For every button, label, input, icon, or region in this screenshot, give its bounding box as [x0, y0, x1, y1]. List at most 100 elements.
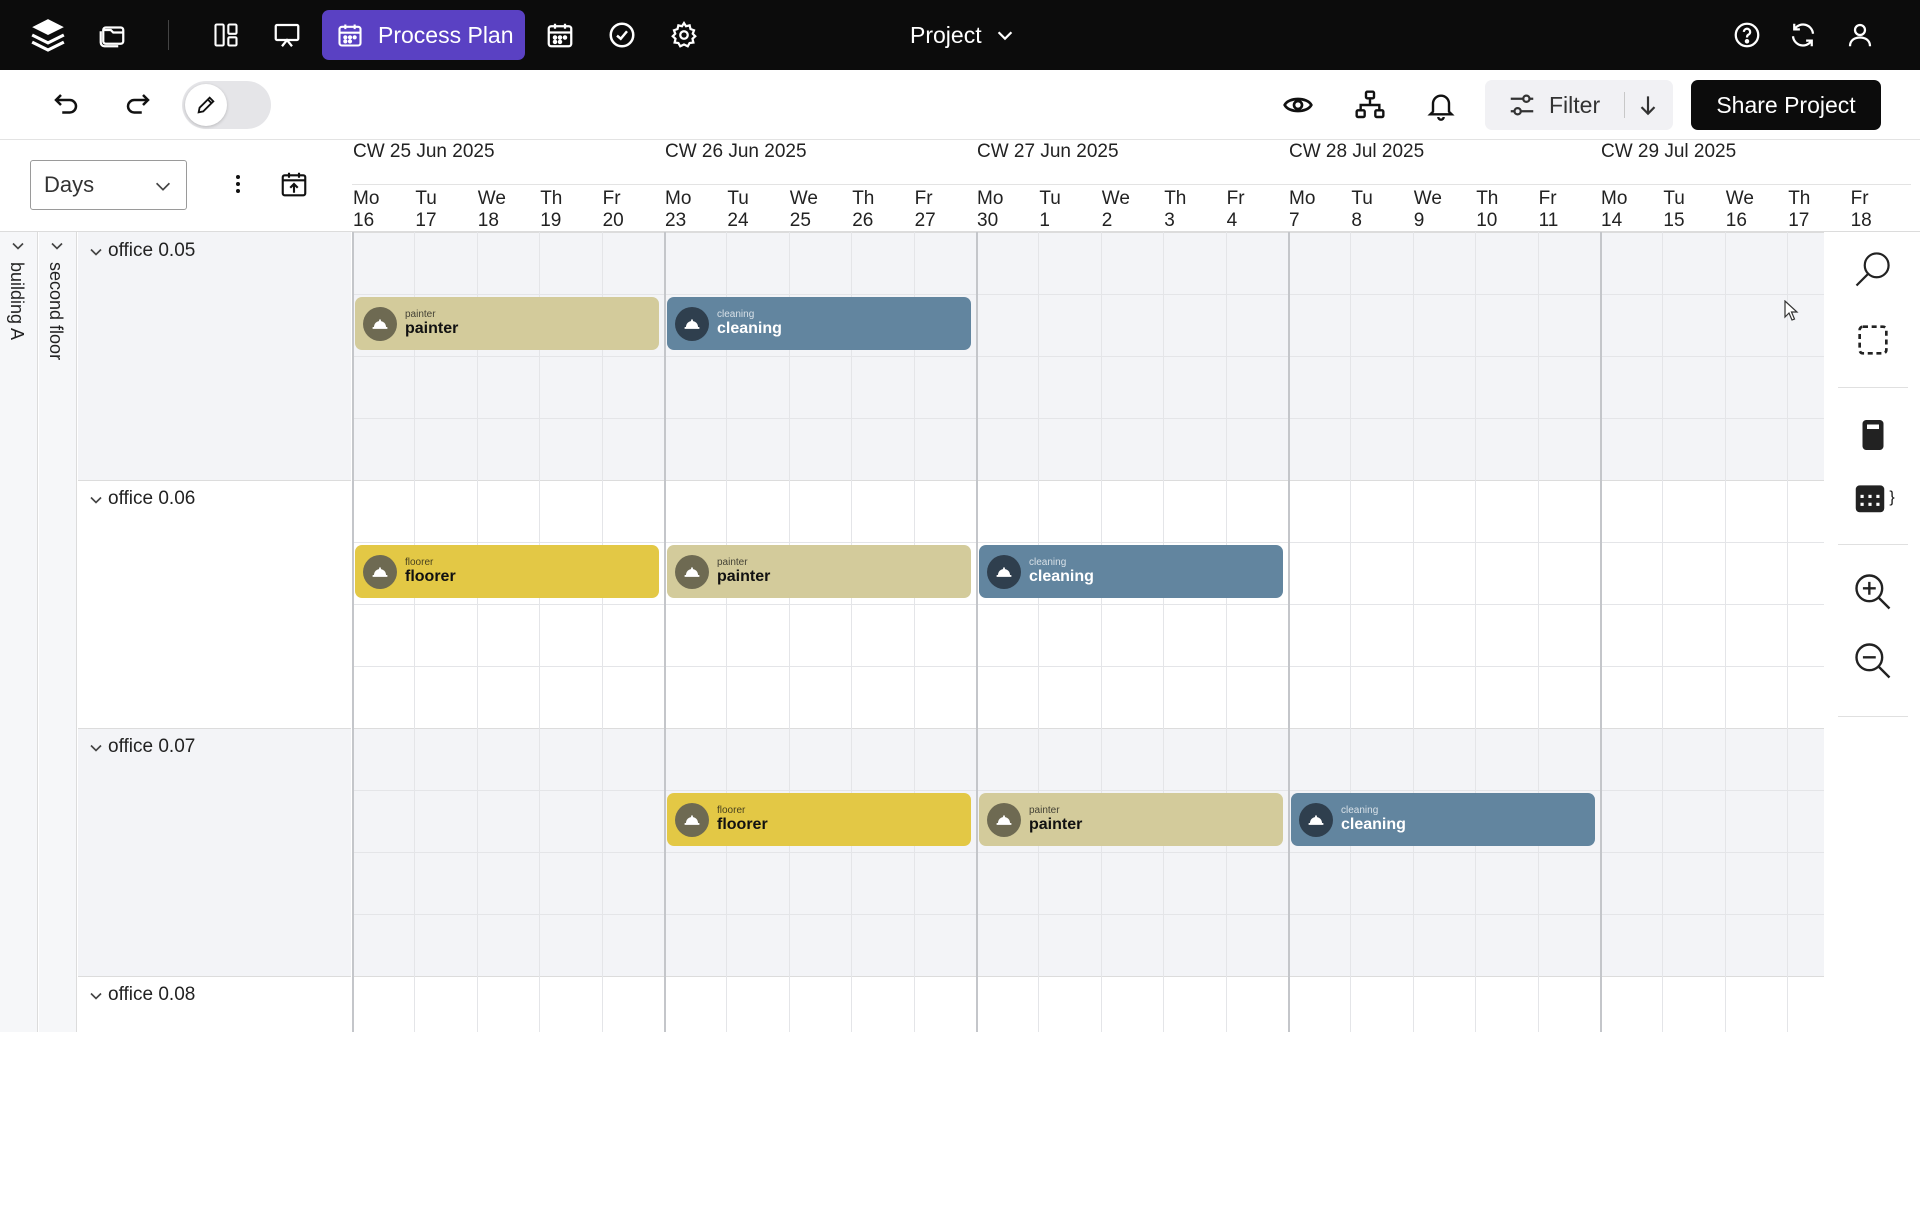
hierarchy-icon[interactable] [1350, 85, 1390, 125]
grid-line [914, 232, 915, 1032]
day-label: Tu 17 [415, 188, 436, 232]
grid-line [664, 232, 666, 1032]
divider [352, 184, 1911, 185]
redo-icon[interactable] [118, 85, 158, 125]
day-number: 9 [1413, 210, 1425, 231]
top-navigation-bar: Process Plan Project [0, 0, 1920, 70]
weekday: Th [1164, 188, 1187, 209]
side-tool-panel: } [1826, 232, 1920, 722]
zoom-in-icon[interactable] [1848, 567, 1898, 617]
day-number: 8 [1351, 210, 1362, 231]
task-bar[interactable]: painter painter [979, 793, 1283, 846]
weekday: We [1725, 188, 1754, 209]
grid-line [352, 542, 1824, 543]
undo-icon[interactable] [46, 85, 86, 125]
day-number: 25 [789, 210, 811, 231]
layers-icon[interactable] [28, 15, 68, 55]
task-text: cleaning cleaning [1341, 805, 1406, 834]
grid-line [539, 232, 540, 1032]
folder-icon[interactable] [92, 15, 132, 55]
week-label: CW 27 Jun 2025 [977, 141, 1119, 162]
grid-line [602, 232, 603, 1032]
room-title: office 0.08 [108, 984, 196, 1005]
chevron-down-icon[interactable] [8, 236, 28, 256]
week-label: CW 25 Jun 2025 [353, 141, 495, 162]
task-bar[interactable]: painter painter [667, 545, 971, 598]
task-bar[interactable]: cleaning cleaning [1291, 793, 1595, 846]
task-trade: painter [717, 557, 748, 568]
share-project-button[interactable]: Share Project [1691, 80, 1881, 130]
refresh-icon[interactable] [1783, 15, 1823, 55]
chevron-down-icon[interactable] [86, 242, 106, 262]
task-text: floorer floorer [717, 805, 768, 834]
day-number: 4 [1226, 210, 1238, 231]
presentation-icon[interactable] [267, 15, 307, 55]
weekday: Mo [977, 188, 1004, 209]
jump-to-today-icon[interactable] [274, 164, 314, 204]
day-number: 16 [1725, 210, 1747, 231]
chevron-down-icon[interactable] [86, 986, 106, 1006]
weekday: We [1101, 188, 1130, 209]
chevron-down-icon[interactable] [86, 738, 106, 758]
sort-down-icon[interactable] [1635, 92, 1661, 118]
zoom-out-icon[interactable] [1848, 636, 1898, 686]
more-vertical-icon[interactable] [218, 164, 258, 204]
task-bar[interactable]: painter painter [355, 297, 659, 350]
grid-line [1787, 232, 1788, 1032]
chevron-down-icon[interactable] [86, 490, 106, 510]
room-title: office 0.05 [108, 240, 196, 261]
grid-line [352, 418, 1824, 419]
selection-icon[interactable] [1848, 315, 1898, 365]
task-text: painter painter [405, 309, 458, 338]
weekday: Fr [1538, 188, 1557, 209]
grid-line [352, 666, 1824, 667]
day-number: 18 [1850, 210, 1872, 231]
day-label: Fr 4 [1227, 188, 1245, 232]
task-label: floorer [717, 816, 768, 833]
task-bar[interactable]: floorer floorer [667, 793, 971, 846]
task-label: painter [1029, 816, 1083, 833]
grid-line [1350, 232, 1351, 1032]
day-number: 18 [477, 210, 499, 231]
task-text: cleaning cleaning [717, 309, 782, 338]
day-number: 17 [1788, 210, 1810, 231]
edit-mode-toggle[interactable] [182, 81, 271, 129]
gear-icon[interactable] [664, 15, 704, 55]
room-list: office 0.05 office 0.06 office 0.07 office … [78, 232, 351, 1224]
calculator-icon[interactable] [1848, 410, 1898, 460]
process-plan-label: Process Plan [378, 21, 514, 48]
task-text: floorer floorer [405, 557, 456, 586]
filter-button[interactable]: Filter [1549, 92, 1600, 119]
grid-line [1475, 232, 1476, 1032]
grid-line [414, 232, 415, 1032]
check-circle-icon[interactable] [602, 15, 642, 55]
search-icon[interactable] [1848, 244, 1898, 294]
bell-icon[interactable] [1421, 85, 1461, 125]
user-icon[interactable] [1840, 15, 1880, 55]
weekday: Mo [1289, 188, 1316, 209]
chevron-down-icon[interactable] [47, 236, 67, 256]
task-text: painter painter [1029, 805, 1082, 834]
room-row: office 0.05 [78, 232, 351, 480]
dashboard-icon[interactable] [206, 15, 246, 55]
week-label: CW 28 Jul 2025 [1289, 141, 1425, 162]
filter-group: Filter [1485, 80, 1673, 130]
task-bar[interactable]: cleaning cleaning [979, 545, 1283, 598]
day-label: Mo 14 [1601, 188, 1627, 232]
task-trade: floorer [717, 805, 746, 816]
weekday: Fr [914, 188, 933, 209]
day-number: 30 [977, 210, 999, 231]
divider [78, 728, 351, 729]
scale-select[interactable]: Days [30, 160, 187, 210]
help-icon[interactable] [1727, 15, 1767, 55]
task-bar[interactable]: floorer floorer [355, 545, 659, 598]
weekday: We [789, 188, 818, 209]
calendar-icon[interactable] [540, 15, 580, 55]
process-plan-button[interactable]: Process Plan [322, 10, 525, 60]
project-selector[interactable]: Project [910, 18, 1016, 52]
task-bar[interactable]: cleaning cleaning [667, 297, 971, 350]
eye-icon[interactable] [1278, 85, 1318, 125]
day-label: Mo 16 [353, 188, 379, 232]
day-number: 14 [1601, 210, 1623, 231]
calendar-grid-icon[interactable]: } [1848, 473, 1898, 523]
